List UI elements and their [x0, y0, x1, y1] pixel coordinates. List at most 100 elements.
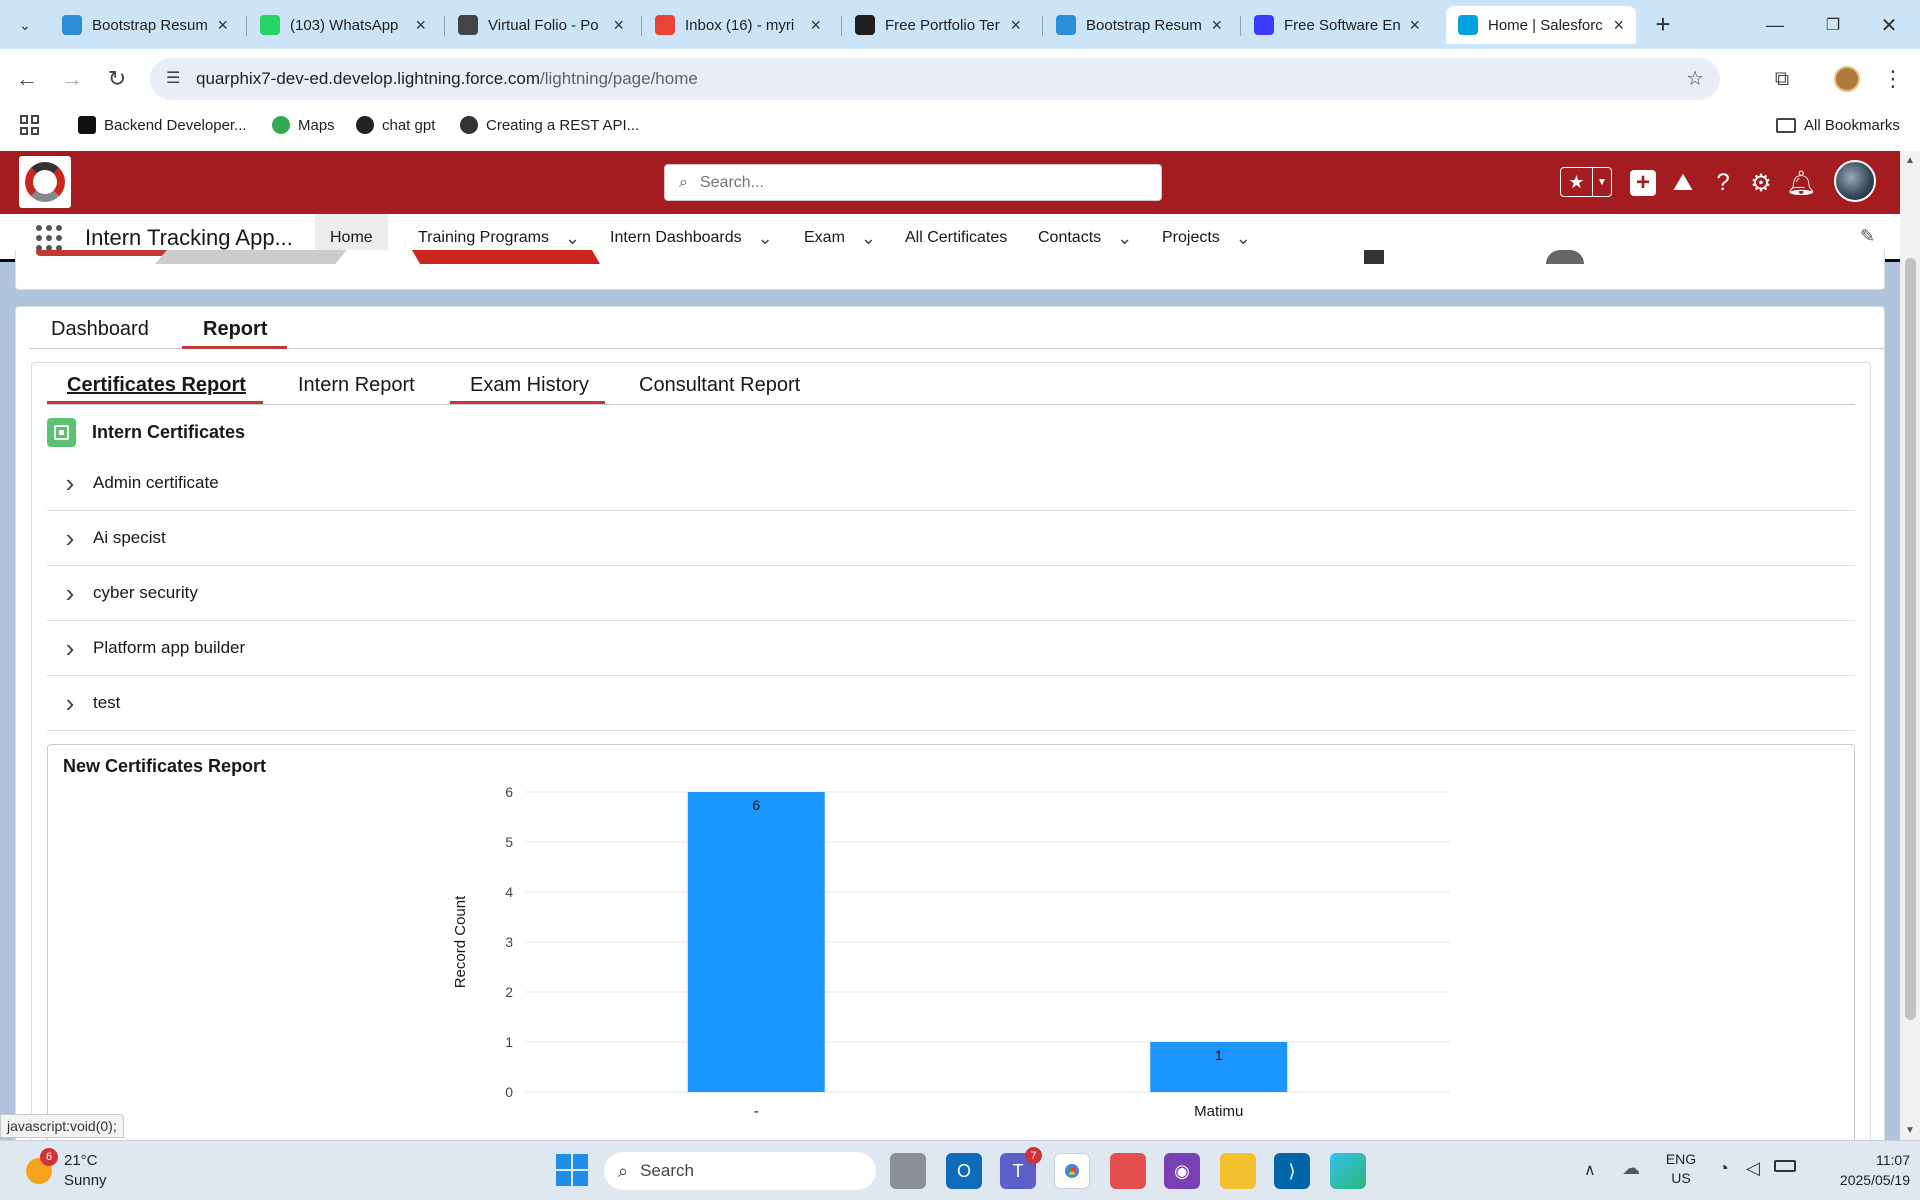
tab-consultant-report[interactable]: Consultant Report — [639, 374, 800, 397]
accordion-label: test — [93, 693, 121, 712]
close-window-button[interactable]: ✕ — [1874, 10, 1904, 40]
site-info-icon[interactable]: ☰ — [166, 68, 180, 88]
bookmark-backend-developer[interactable]: Backend Developer... — [78, 112, 247, 138]
clock[interactable]: 11:07 2025/05/19 — [1830, 1150, 1910, 1190]
restore-button[interactable]: ❐ — [1818, 10, 1848, 40]
snipping-tool-icon[interactable] — [1110, 1153, 1146, 1189]
scrollbar-thumb[interactable] — [1905, 258, 1916, 1020]
close-tab-icon[interactable]: × — [1613, 15, 1624, 36]
help-icon[interactable]: ? — [1708, 168, 1738, 198]
close-tab-icon[interactable]: × — [810, 15, 821, 36]
forward-button[interactable]: → — [55, 62, 89, 96]
close-tab-icon[interactable]: × — [217, 15, 228, 36]
github-desktop-icon[interactable]: ◉ — [1164, 1153, 1200, 1189]
chevron-down-icon[interactable]: ⌄ — [565, 228, 580, 249]
address-bar[interactable]: ☰ quarphix7-dev-ed.develop.lightning.for… — [150, 58, 1720, 100]
tab-intern-report[interactable]: Intern Report — [298, 374, 415, 397]
page-scrollbar[interactable]: ▲ ▼ — [1900, 151, 1920, 1140]
weather-widget[interactable]: 6 21°C Sunny — [22, 1148, 142, 1192]
setup-gear-icon[interactable]: ⚙ — [1746, 168, 1776, 198]
chevron-right-icon[interactable]: › — [47, 633, 93, 664]
chevron-down-icon[interactable]: ⌄ — [758, 228, 773, 249]
onedrive-icon[interactable]: ☁ — [1622, 1158, 1640, 1179]
edge-icon[interactable] — [1330, 1153, 1366, 1189]
task-view-icon[interactable] — [890, 1153, 926, 1189]
tab-search-button[interactable]: ⌄ — [10, 10, 40, 40]
global-search-input[interactable]: ⌕ Search... — [664, 164, 1162, 201]
minimize-button[interactable]: — — [1760, 10, 1790, 40]
extensions-icon[interactable]: ⧉ — [1765, 62, 1799, 96]
accordion-section[interactable]: › test — [47, 676, 1855, 731]
chevron-right-icon[interactable]: › — [47, 523, 93, 554]
bookmark-maps[interactable]: Maps — [272, 112, 335, 138]
openai-icon — [356, 116, 374, 134]
bookmark-star-icon[interactable]: ☆ — [1686, 66, 1704, 91]
chevron-down-icon[interactable]: ⌄ — [1236, 228, 1251, 249]
language-indicator[interactable]: ENG US — [1664, 1150, 1698, 1188]
app-launcher-icon[interactable] — [36, 225, 62, 251]
accordion-section[interactable]: › Platform app builder — [47, 621, 1855, 676]
weather-temp: 21°C — [64, 1152, 98, 1169]
chevron-down-icon[interactable]: ⌄ — [861, 228, 876, 249]
taskbar-search-box[interactable]: ⌕ Search — [604, 1152, 876, 1190]
browser-tab[interactable]: Bootstrap Resum × — [50, 6, 240, 44]
browser-tab[interactable]: Inbox (16) - myri × — [643, 6, 833, 44]
close-tab-icon[interactable]: × — [1211, 15, 1222, 36]
tab-dashboard[interactable]: Dashboard — [51, 318, 149, 341]
outlook-icon[interactable]: O — [946, 1153, 982, 1189]
bootstrap-icon — [62, 15, 82, 35]
reload-button[interactable]: ↻ — [100, 62, 134, 96]
close-tab-icon[interactable]: × — [1409, 15, 1420, 36]
chrome-icon[interactable] — [1054, 1153, 1090, 1189]
app-name: Intern Tracking App... — [85, 225, 293, 250]
browser-tab[interactable]: Free Portfolio Ter × — [843, 6, 1033, 44]
tab-title: Bootstrap Resum — [92, 16, 208, 34]
chevron-right-icon[interactable]: › — [47, 688, 93, 719]
accordion-section[interactable]: › cyber security — [47, 566, 1855, 621]
accordion-section[interactable]: › Admin certificate — [47, 456, 1855, 511]
apps-grid-icon[interactable] — [20, 115, 40, 135]
all-bookmarks[interactable]: All Bookmarks — [1776, 112, 1900, 138]
trailhead-icon[interactable]: ⛰ — [1668, 168, 1698, 198]
browser-menu-icon[interactable]: ⋮ — [1876, 62, 1910, 96]
status-url: javascript:void(0); — [0, 1114, 124, 1138]
chevron-down-icon[interactable]: ⌄ — [1117, 228, 1132, 249]
tab-certificates-report[interactable]: Certificates Report — [67, 374, 246, 397]
vscode-icon[interactable]: ⟩ — [1274, 1153, 1310, 1189]
close-tab-icon[interactable]: × — [415, 15, 426, 36]
edit-nav-pencil-icon[interactable]: ✎ — [1860, 226, 1875, 247]
start-button[interactable] — [556, 1154, 588, 1186]
favorites-button[interactable]: ★ ▼ — [1560, 167, 1612, 197]
accordion-section[interactable]: › Ai specist — [47, 511, 1855, 566]
tab-title: Free Software En — [1284, 16, 1401, 34]
bookmark-chat-gpt[interactable]: chat gpt — [356, 112, 435, 138]
tab-report[interactable]: Report — [203, 318, 267, 341]
user-avatar[interactable] — [1834, 160, 1876, 202]
show-hidden-icons[interactable]: ∧ — [1584, 1160, 1596, 1180]
battery-icon[interactable] — [1774, 1160, 1796, 1172]
profile-avatar[interactable] — [1834, 66, 1860, 92]
teams-icon[interactable]: T 7 — [1000, 1147, 1042, 1189]
search-placeholder: Search... — [699, 173, 764, 191]
global-actions-icon[interactable]: + — [1628, 168, 1658, 198]
back-button[interactable]: ← — [10, 62, 44, 96]
notifications-bell-icon[interactable]: 🔔︎ — [1786, 168, 1816, 198]
new-tab-button[interactable]: + — [1648, 8, 1678, 40]
volume-icon[interactable]: ◁ — [1746, 1158, 1760, 1179]
browser-tab[interactable]: Virtual Folio - Po × — [446, 6, 636, 44]
tab-exam-history[interactable]: Exam History — [470, 374, 589, 397]
close-tab-icon[interactable]: × — [1010, 15, 1021, 36]
accordion-label: Ai specist — [93, 528, 166, 547]
browser-tab[interactable]: Bootstrap Resum × — [1044, 6, 1234, 44]
wifi-icon[interactable]: ◔ — [1718, 1158, 1729, 1179]
browser-tab[interactable]: Home | Salesforc × — [1446, 6, 1636, 44]
bookmark-rest-api[interactable]: Creating a REST API... — [460, 112, 639, 138]
chevron-right-icon[interactable]: › — [47, 578, 93, 609]
chevron-right-icon[interactable]: › — [47, 468, 93, 499]
org-logo[interactable] — [19, 156, 71, 208]
close-tab-icon[interactable]: × — [613, 15, 624, 36]
accordion-label: Platform app builder — [93, 638, 246, 657]
browser-tab[interactable]: (103) WhatsApp × — [248, 6, 438, 44]
file-explorer-icon[interactable] — [1220, 1153, 1256, 1189]
browser-tab[interactable]: Free Software En × — [1242, 6, 1432, 44]
